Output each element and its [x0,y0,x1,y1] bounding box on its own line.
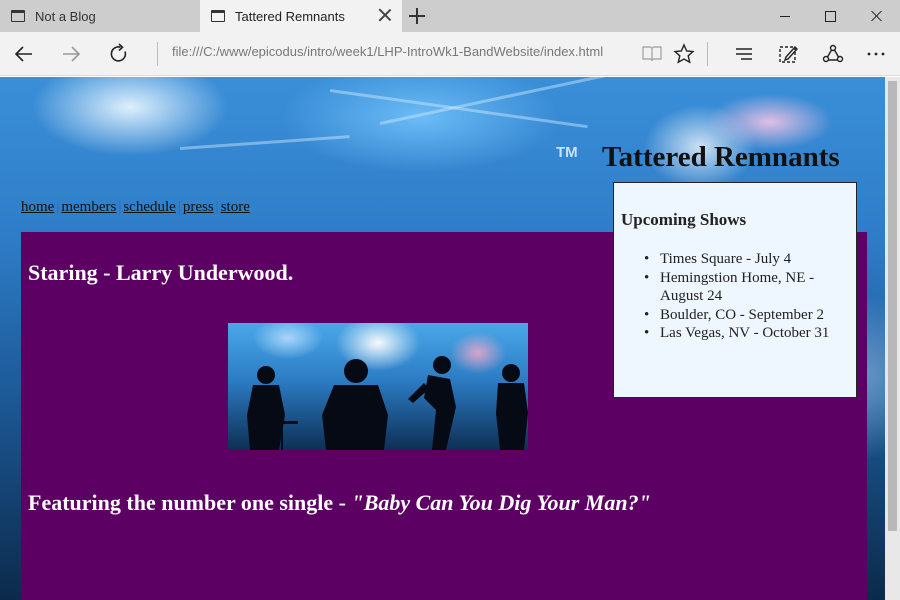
tab-tattered-remnants[interactable]: Tattered Remnants [200,0,402,32]
hub-icon[interactable] [726,36,762,72]
band-title: Tattered Remnants [602,141,840,173]
tab-strip: Not a Blog Tattered Remnants [0,0,900,32]
page-icon [211,10,225,22]
tab-title: Not a Blog [35,8,96,24]
show-item: Times Square - July 4 [644,250,844,269]
toolbar-divider [157,42,158,66]
nav-link-home[interactable]: home [21,199,54,215]
trademark-mark: TM [556,144,578,161]
more-icon[interactable] [858,36,894,72]
close-tab-icon[interactable] [378,8,392,22]
nav-link-members[interactable]: members [61,199,116,215]
band-concert-image [228,323,528,450]
favorite-star-icon[interactable] [666,36,702,72]
reading-view-icon[interactable] [634,36,670,72]
shows-list: Times Square - July 4 Hemingstion Home, … [644,250,844,343]
back-icon[interactable] [6,36,42,72]
featured-song-title: "Baby Can You Dig Your Man?" [351,490,651,515]
web-note-icon[interactable] [770,36,806,72]
upcoming-shows-box: Upcoming Shows Times Square - July 4 Hem… [613,182,857,398]
nav-link-store[interactable]: store [221,199,250,215]
address-toolbar: file:///C:/www/epicodus/intro/week1/LHP-… [0,32,900,76]
minimize-icon[interactable] [762,0,808,32]
nav-separator: | [177,199,181,215]
featuring-prefix: Featuring the number one single - [28,490,352,515]
band-silhouette-image [247,356,528,450]
nav-link-press[interactable]: press [183,199,214,215]
new-tab-icon[interactable] [404,3,430,29]
tab-title: Tattered Remnants [235,8,345,24]
show-item: Hemingstion Home, NE - August 24 [644,269,844,306]
window-close-icon[interactable] [854,0,900,32]
address-input[interactable]: file:///C:/www/epicodus/intro/week1/LHP-… [172,44,603,59]
page-viewport: TM Tattered Remnants home | members | schedu… [0,77,885,600]
nav-separator: | [215,199,219,215]
toolbar-divider [707,42,708,66]
show-item: Las Vegas, NV - October 31 [644,324,844,343]
stage-rig-decoration [329,89,588,129]
site-nav: home | members | schedule | press | store [21,199,250,216]
featuring-line: Featuring the number one single - "Baby … [28,490,651,516]
starring-heading: Staring - Larry Underwood. [28,260,294,285]
refresh-icon[interactable] [101,36,137,72]
vertical-scrollbar[interactable] [885,77,900,600]
upcoming-shows-heading: Upcoming Shows [621,210,747,229]
show-item: Boulder, CO - September 2 [644,306,844,325]
stage-rig-decoration [179,135,350,150]
scrollbar-thumb[interactable] [888,81,897,531]
page-icon [11,10,25,22]
nav-link-schedule[interactable]: schedule [123,199,175,215]
maximize-icon[interactable] [808,0,854,32]
tab-not-a-blog[interactable]: Not a Blog [0,0,200,32]
nav-separator: | [118,199,122,215]
share-icon[interactable] [815,36,851,72]
nav-separator: | [56,199,60,215]
forward-icon[interactable] [53,36,89,72]
